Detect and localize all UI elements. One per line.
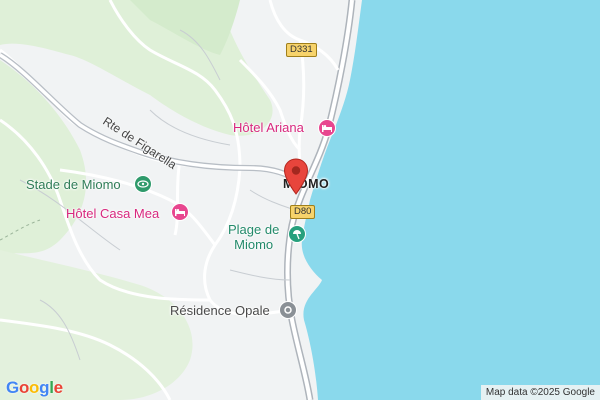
road-shield-d331: D331 <box>286 43 317 57</box>
location-pin-icon[interactable] <box>283 158 309 196</box>
stadium-icon[interactable] <box>134 175 152 193</box>
hotel-bed-icon[interactable] <box>318 119 336 137</box>
hotel-bed-icon[interactable] <box>171 203 189 221</box>
map-attribution[interactable]: Map data ©2025 Google <box>480 385 600 400</box>
poi-label-hotel-casa-mea[interactable]: Hôtel Casa Mea <box>66 206 159 221</box>
poi-label-plage-line2: Miomo <box>234 237 274 252</box>
poi-label-stade[interactable]: Stade de Miomo <box>26 177 121 192</box>
poi-label-hotel-ariana[interactable]: Hôtel Ariana <box>233 120 304 135</box>
google-logo-letter: o <box>29 378 40 397</box>
residence-icon[interactable] <box>279 301 297 319</box>
google-logo-letter: g <box>39 378 50 397</box>
poi-label-residence[interactable]: Résidence Opale <box>170 303 270 318</box>
google-logo-letter: o <box>18 378 30 397</box>
beach-umbrella-icon[interactable] <box>288 225 306 243</box>
google-logo-letter: G <box>6 378 19 397</box>
google-logo-letter: e <box>53 378 63 397</box>
road-shield-d80: D80 <box>290 205 316 219</box>
map-canvas[interactable]: D331 D80 Rte de Figarella Hôtel Ariana S… <box>0 0 600 400</box>
poi-label-plage-line1: Plage de <box>228 222 280 237</box>
poi-label-plage[interactable]: Plage de Miomo <box>228 222 279 252</box>
map-base-layer <box>0 0 600 400</box>
google-logo[interactable]: Google <box>6 378 63 398</box>
